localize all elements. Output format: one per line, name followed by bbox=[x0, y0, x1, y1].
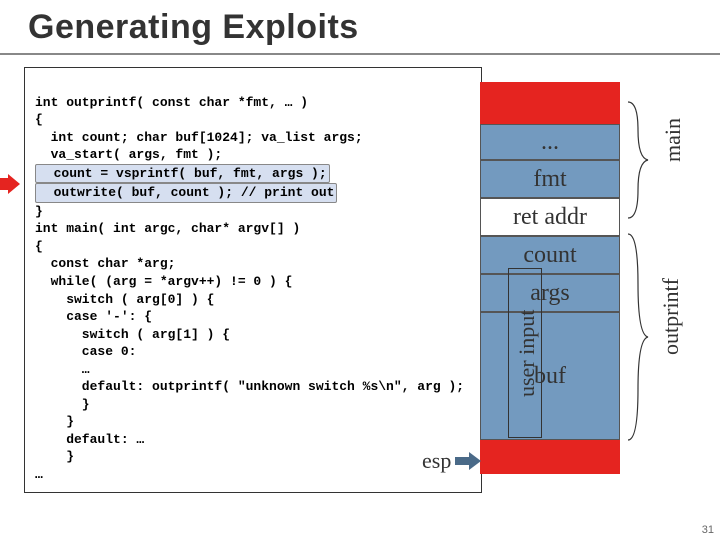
code-line: const char *arg; bbox=[35, 256, 175, 271]
code-line: int count; char buf[1024]; va_list args; bbox=[35, 130, 363, 145]
brace-main bbox=[624, 100, 656, 220]
code-line: int outprintf( const char *fmt, … ) bbox=[35, 95, 308, 110]
code-line: switch ( arg[1] ) { bbox=[35, 327, 230, 342]
code-line: } bbox=[35, 204, 43, 219]
code-line: while( (arg = *argv++) != 0 ) { bbox=[35, 274, 292, 289]
code-line: } bbox=[35, 397, 90, 412]
label-main: main bbox=[660, 118, 686, 162]
label-outprintf: outprintf bbox=[658, 278, 684, 355]
code-line: { bbox=[35, 239, 43, 254]
code-line: } bbox=[35, 449, 74, 464]
stack-cell-dots: ... bbox=[480, 124, 620, 160]
code-line: default: … bbox=[35, 432, 144, 447]
stack-cell-count: count bbox=[480, 236, 620, 274]
code-line: va_start( args, fmt ); bbox=[35, 147, 222, 162]
slide-title: Generating Exploits bbox=[0, 0, 720, 55]
code-line: case '-': { bbox=[35, 309, 152, 324]
code-listing: int outprintf( const char *fmt, … ) { in… bbox=[24, 67, 482, 493]
code-line: } bbox=[35, 414, 74, 429]
code-line: case 0: bbox=[35, 344, 136, 359]
slide-number: 31 bbox=[702, 524, 714, 536]
code-line: switch ( arg[0] ) { bbox=[35, 292, 214, 307]
stack-cell-args: args bbox=[480, 274, 620, 312]
code-line: … bbox=[35, 467, 43, 482]
label-user-input: user input bbox=[514, 278, 540, 428]
code-line: default: outprintf( "unknown switch %s\n… bbox=[35, 379, 464, 394]
arrow-right-icon bbox=[455, 452, 481, 470]
esp-text: esp bbox=[422, 448, 451, 474]
stack-cell-buf: buf bbox=[480, 312, 620, 440]
code-line-highlighted: outwrite( buf, count ); // print out bbox=[35, 183, 337, 203]
code-line: int main( int argc, char* argv[] ) bbox=[35, 221, 300, 236]
label-esp: esp bbox=[422, 448, 481, 474]
stack-cell-fmt: fmt bbox=[480, 160, 620, 198]
code-line: { bbox=[35, 112, 43, 127]
code-line: … bbox=[35, 362, 90, 377]
stack-diagram: ... fmt ret addr count args buf bbox=[480, 82, 648, 474]
stack-cell-ret: ret addr bbox=[480, 198, 620, 236]
brace-outprintf bbox=[624, 232, 656, 442]
code-line-highlighted: count = vsprintf( buf, fmt, args ); bbox=[35, 164, 330, 184]
